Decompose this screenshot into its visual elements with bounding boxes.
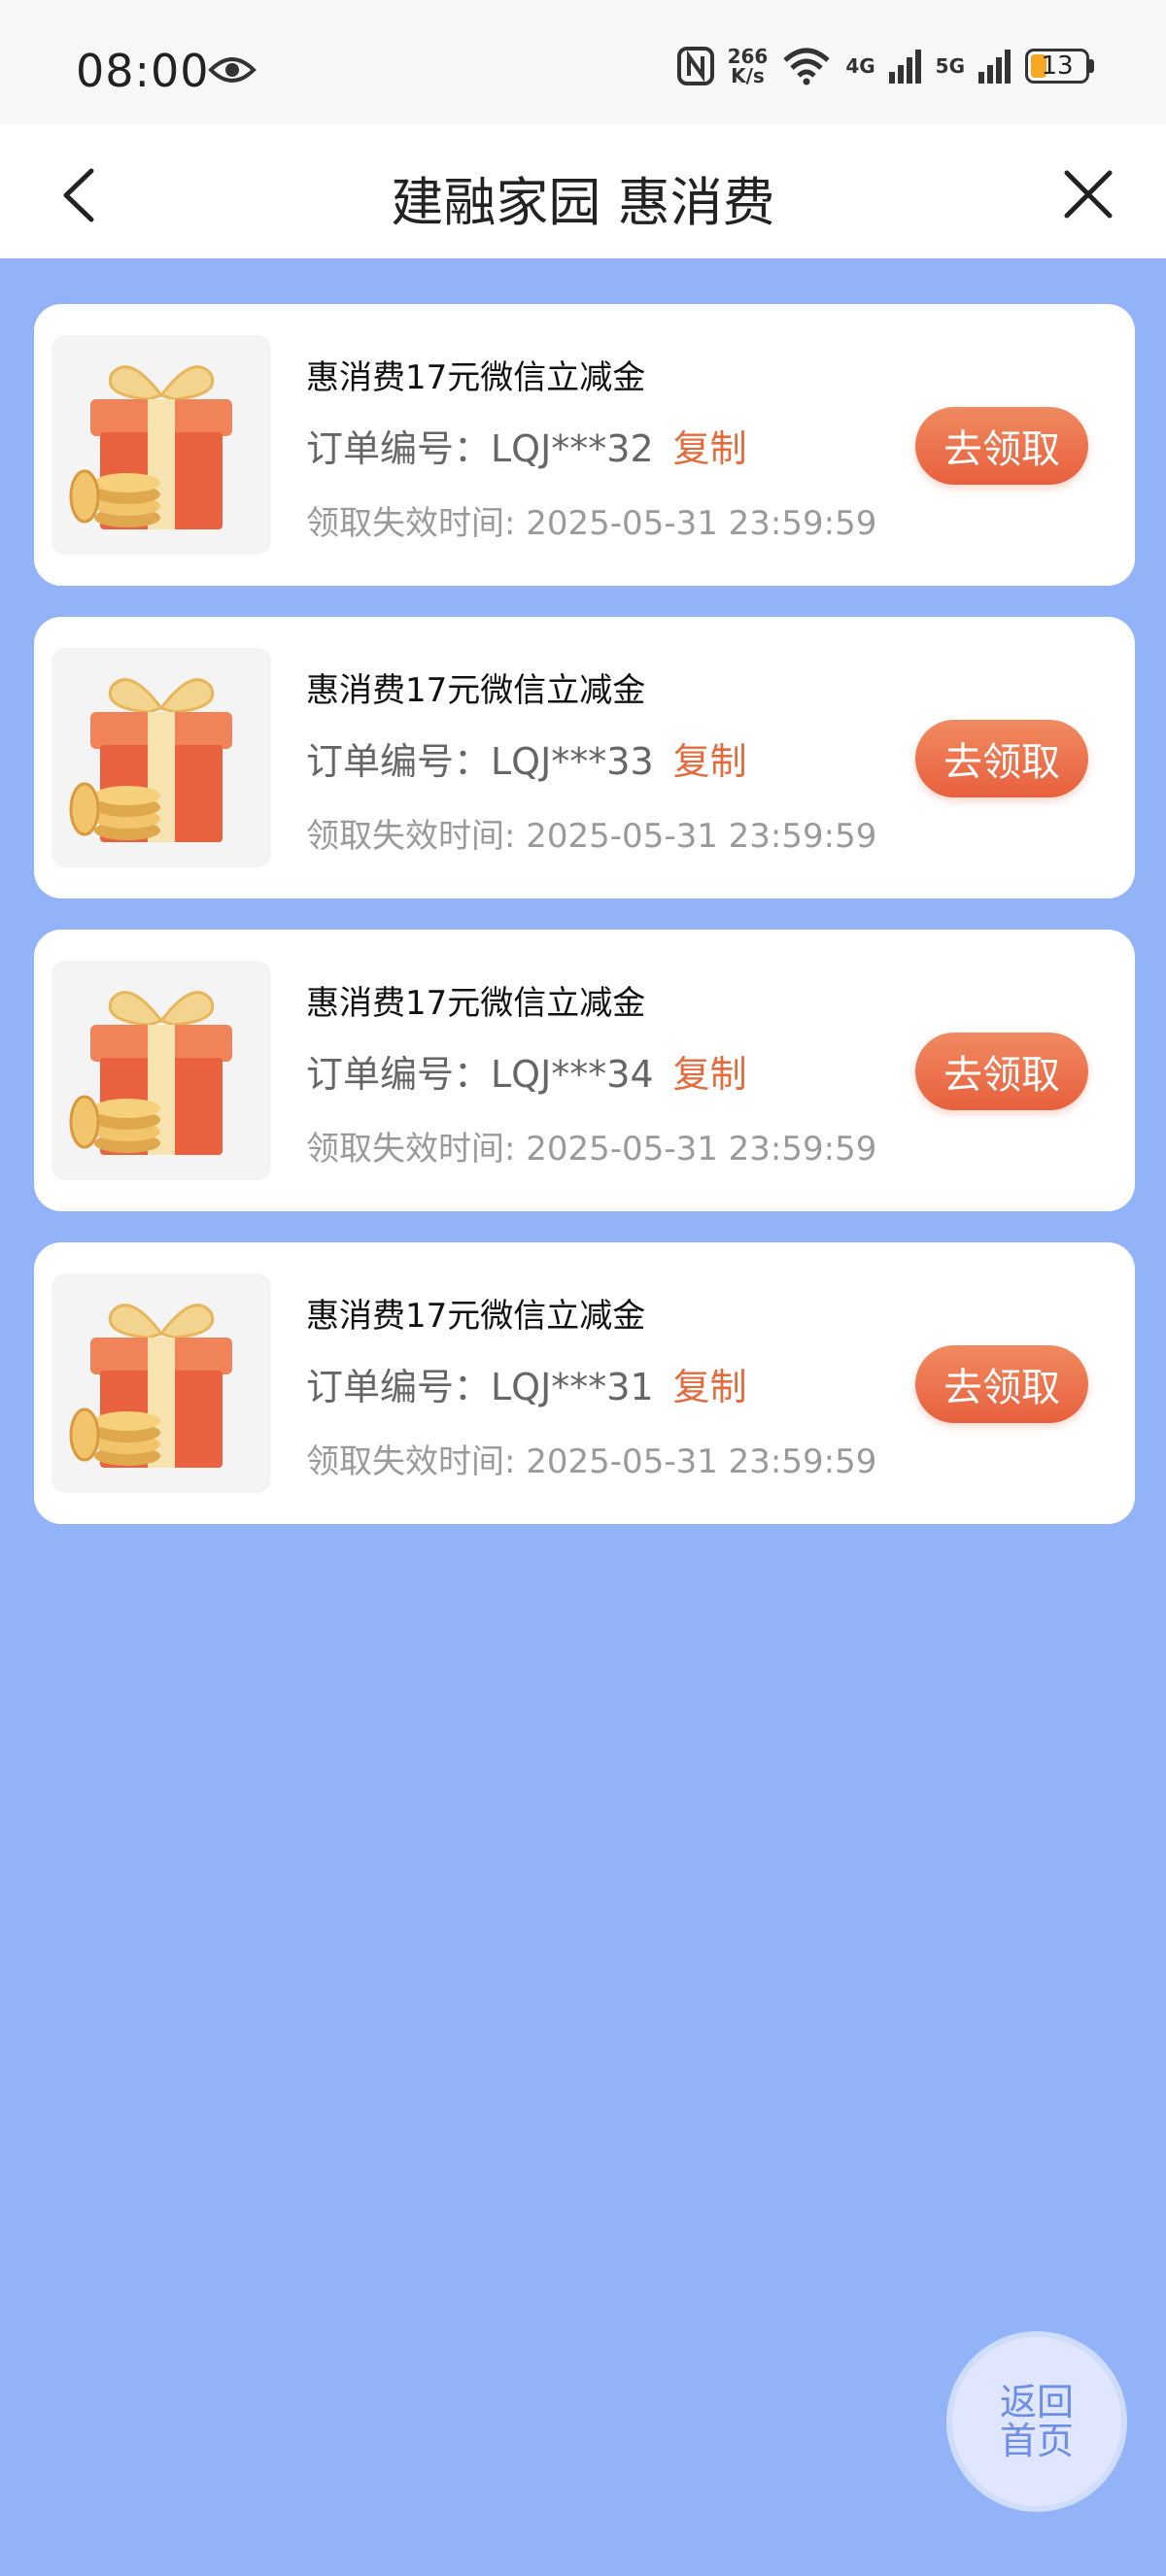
copy-button[interactable]: 复制 [673,427,747,470]
close-icon [1064,170,1113,219]
gift-box-icon [69,1304,232,1468]
status-bar: 08:00 266 K/s 4G 5G 13 [0,0,1166,124]
expire-line: 领取失效时间: 2025-05-31 23:59:59 [306,809,876,857]
nfc-icon [676,47,714,85]
order-number-line: 订单编号：LQJ***31 复制 [306,1357,747,1410]
back-to-home-button[interactable]: 返回 首页 [952,2337,1121,2506]
order-number-label: 订单编号： [306,740,492,783]
back-to-home-line1: 返回 [999,2381,1074,2423]
network-speed: 266 K/s [728,47,769,85]
gift-box-image [51,335,271,555]
claim-button[interactable]: 去领取 [915,1033,1088,1110]
gift-box-icon [69,678,232,842]
coupon-title: 惠消费17元微信立减金 [306,984,646,1023]
order-number-label: 订单编号： [306,427,492,470]
expire-label: 领取失效时间: [306,1442,527,1481]
coupon-title: 惠消费17元微信立减金 [306,1297,646,1336]
status-time: 08:00 [76,45,210,97]
gift-box-icon [69,365,232,529]
status-icons: 266 K/s 4G 5G 13 [676,47,1094,85]
close-button[interactable] [1057,163,1119,225]
order-number-line: 订单编号：LQJ***33 复制 [306,731,747,785]
battery-level: 13 [1041,51,1074,81]
expire-time: 2025-05-31 23:59:59 [526,1130,877,1169]
back-to-home-line2: 首页 [999,2420,1074,2462]
wifi-icon [783,48,830,85]
expire-time: 2025-05-31 23:59:59 [526,1442,877,1481]
order-number-value: LQJ***33 [491,740,654,783]
expire-line: 领取失效时间: 2025-05-31 23:59:59 [306,496,876,544]
coupon-card: 惠消费17元微信立减金 订单编号：LQJ***31 复制 领取失效时间: 2025… [34,1242,1135,1524]
order-number-value: LQJ***31 [491,1366,654,1408]
gift-box-image [51,1273,271,1493]
order-number-value: LQJ***32 [491,427,654,470]
order-number-line: 订单编号：LQJ***34 复制 [306,1044,747,1098]
copy-button[interactable]: 复制 [673,1366,747,1408]
network-4g-label: 4G [845,54,875,78]
signal-5g-icon [978,50,1011,84]
coupon-card: 惠消费17元微信立减金 订单编号：LQJ***33 复制 领取失效时间: 2025… [34,617,1135,898]
order-number-value: LQJ***34 [491,1053,654,1096]
order-number-label: 订单编号： [306,1053,492,1096]
gift-box-image [51,648,271,867]
page-title: 建融家园 惠消费 [391,172,775,233]
coupon-title: 惠消费17元微信立减金 [306,358,646,397]
coupon-list: 惠消费17元微信立减金 订单编号：LQJ***32 复制 领取失效时间: 2025… [34,304,1135,1555]
gift-box-image [51,961,271,1180]
order-number-line: 订单编号：LQJ***32 复制 [306,419,747,472]
battery-nub [1089,59,1094,73]
expire-line: 领取失效时间: 2025-05-31 23:59:59 [306,1435,876,1482]
expire-label: 领取失效时间: [306,504,527,543]
network-speed-value: 266 [727,45,769,68]
expire-line: 领取失效时间: 2025-05-31 23:59:59 [306,1122,876,1169]
battery-indicator: 13 [1025,49,1094,84]
battery-icon: 13 [1025,49,1089,84]
coupon-card: 惠消费17元微信立减金 订单编号：LQJ***34 复制 领取失效时间: 2025… [34,930,1135,1211]
gift-box-icon [69,991,232,1155]
expire-label: 领取失效时间: [306,1130,527,1169]
coupon-card: 惠消费17元微信立减金 订单编号：LQJ***32 复制 领取失效时间: 2025… [34,304,1135,586]
copy-button[interactable]: 复制 [673,1053,747,1096]
back-to-home-label: 返回 首页 [996,2383,1078,2460]
expire-time: 2025-05-31 23:59:59 [526,504,877,543]
claim-button[interactable]: 去领取 [915,407,1088,485]
signal-4g-icon [888,50,921,84]
claim-button[interactable]: 去领取 [915,1345,1088,1423]
network-5g-label: 5G [935,54,965,78]
nav-bar: 建融家园 惠消费 [0,124,1166,258]
claim-button[interactable]: 去领取 [915,720,1088,797]
network-speed-unit: K/s [731,64,765,87]
copy-button[interactable]: 复制 [673,740,747,783]
order-number-label: 订单编号： [306,1366,492,1408]
expire-time: 2025-05-31 23:59:59 [526,817,877,856]
eye-icon [208,57,257,83]
coupon-title: 惠消费17元微信立减金 [306,671,646,710]
expire-label: 领取失效时间: [306,817,527,856]
